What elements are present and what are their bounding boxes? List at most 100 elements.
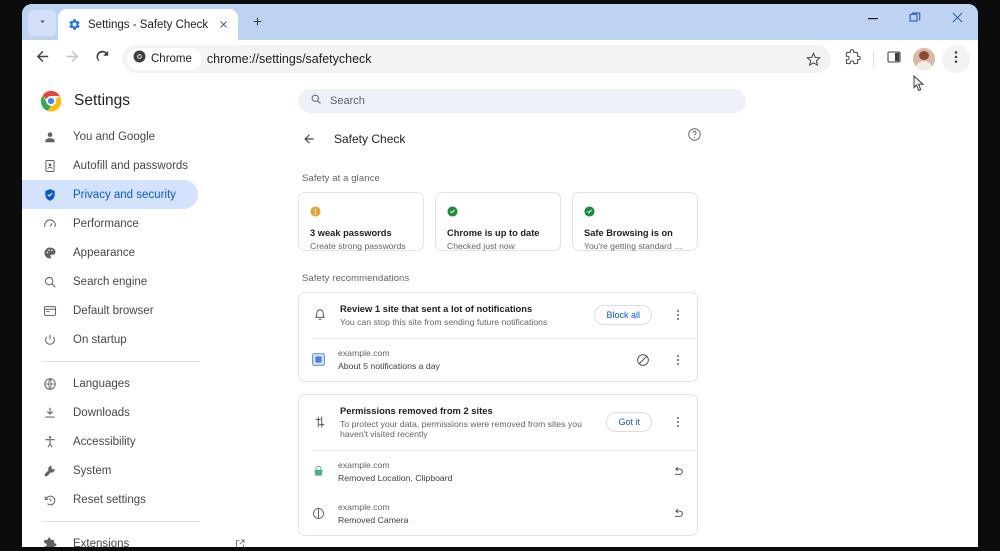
recommendation-title: Review 1 site that sent a lot of notific… (340, 303, 533, 314)
check-circle-icon (584, 204, 595, 217)
recommendation-subtitle: You can stop this site from sending futu… (340, 317, 548, 327)
sidebar-item-reset-settings[interactable]: Reset settings (22, 485, 198, 514)
palette-icon (42, 245, 57, 260)
three-dot-menu-icon[interactable] (669, 306, 687, 324)
safety-check-content: Safety Check Safety at a glance 3 weak p… (278, 113, 718, 536)
settings-search-bar[interactable] (298, 89, 746, 113)
minimize-button[interactable] (852, 4, 894, 36)
site-detail: Removed Location, Clipboard (338, 473, 453, 483)
power-icon (42, 332, 57, 347)
wrench-icon (42, 463, 57, 478)
chevron-down-icon (37, 14, 48, 32)
glance-card-subtitle: Create strong passwords (310, 241, 406, 251)
sidebar-item-label: Languages (73, 377, 130, 390)
history-restore-icon (42, 492, 57, 507)
sidebar-item-you-and-google[interactable]: You and Google (22, 122, 198, 151)
sidebar-item-label: Reset settings (73, 493, 146, 506)
dark-circle-favicon (312, 507, 325, 520)
help-circle-icon[interactable] (685, 125, 703, 143)
profile-button[interactable] (910, 45, 938, 73)
block-all-button[interactable]: Block all (594, 305, 652, 325)
sidebar-item-extensions[interactable]: Extensions (22, 529, 244, 547)
url-text: chrome://settings/safetycheck (206, 52, 372, 66)
shield-icon (42, 187, 57, 202)
glance-card-weak-passwords[interactable]: 3 weak passwords Create strong passwords (298, 192, 424, 251)
glance-card-subtitle: You're getting standard protection (584, 241, 686, 251)
browser-toolbar: Chrome chrome://settings/safetycheck (22, 40, 978, 78)
back-button[interactable] (28, 45, 56, 73)
glance-section-label: Safety at a glance (302, 173, 380, 184)
sidebar-item-performance[interactable]: Performance (22, 209, 198, 238)
sidebar-item-autofill-and-passwords[interactable]: Autofill and passwords (22, 151, 198, 180)
maximize-button[interactable] (894, 4, 936, 36)
sidebar-item-label: Autofill and passwords (73, 159, 189, 172)
extensions-button[interactable] (839, 45, 867, 73)
sidebar-item-appearance[interactable]: Appearance (22, 238, 198, 267)
undo-icon[interactable] (669, 505, 687, 523)
toolbar-divider (873, 51, 874, 67)
green-favicon (312, 465, 325, 478)
close-button[interactable] (936, 4, 978, 36)
browser-window-icon (42, 303, 57, 318)
recommendations-section-label: Safety recommendations (302, 273, 410, 284)
reload-icon (94, 48, 111, 70)
side-panel-icon (886, 49, 902, 70)
settings-sidebar: Settings You and Google Autofill and pas… (22, 78, 278, 547)
site-row: example.com Removed Location, Clipboard (299, 451, 697, 493)
block-icon[interactable] (634, 351, 652, 369)
glance-card-title: 3 weak passwords (310, 228, 392, 238)
plus-icon (251, 15, 264, 33)
sidebar-item-label: Privacy and security (73, 188, 176, 201)
subpage-header: Safety Check (298, 127, 698, 151)
close-icon[interactable] (215, 16, 232, 33)
sidebar-item-search-engine[interactable]: Search engine (22, 267, 198, 296)
settings-brand: Settings (22, 86, 278, 122)
bookmark-star-icon[interactable] (801, 47, 825, 71)
sidebar-item-label: You and Google (73, 130, 156, 143)
got-it-button[interactable]: Got it (606, 412, 652, 432)
tune-sliders-icon (312, 415, 327, 430)
recommendation-card-permissions: Permissions removed from 2 sites To prot… (298, 394, 698, 536)
recommendation-header: Review 1 site that sent a lot of notific… (299, 293, 697, 338)
sidebar-item-system[interactable]: System (22, 456, 198, 485)
sidebar-item-on-startup[interactable]: On startup (22, 325, 198, 354)
sidebar-item-downloads[interactable]: Downloads (22, 398, 198, 427)
forward-button[interactable] (58, 45, 86, 73)
site-name: example.com (338, 460, 390, 470)
bell-icon (312, 308, 327, 323)
tab-search-button[interactable] (28, 10, 56, 36)
glance-card-chrome-updated[interactable]: Chrome is up to date Checked just now (435, 192, 561, 251)
sidebar-item-languages[interactable]: Languages (22, 369, 198, 398)
chrome-menu-button[interactable] (942, 45, 970, 73)
site-name: example.com (338, 502, 390, 512)
blue-square-favicon (312, 353, 325, 366)
new-tab-button[interactable] (244, 11, 270, 37)
sidebar-item-label: Downloads (73, 406, 130, 419)
sidebar-item-accessibility[interactable]: Accessibility (22, 427, 198, 456)
chrome-origin-chip[interactable]: Chrome (127, 48, 201, 70)
sidebar-item-label: Default browser (73, 304, 154, 317)
sidebar-divider (42, 361, 200, 362)
address-bar[interactable]: Chrome chrome://settings/safetycheck (122, 45, 831, 73)
tab-title: Settings - Safety Check (88, 18, 209, 31)
external-link-icon[interactable] (233, 537, 246, 547)
subpage-title: Safety Check (334, 132, 406, 146)
avatar (913, 48, 935, 70)
glance-card-title: Safe Browsing is on (584, 228, 673, 238)
browser-tab[interactable]: Settings - Safety Check (58, 9, 239, 40)
site-detail: About 5 notifications a day (338, 361, 440, 371)
site-name: example.com (338, 348, 390, 358)
three-dot-menu-icon[interactable] (669, 413, 687, 431)
side-panel-button[interactable] (880, 45, 908, 73)
recommendation-text: Review 1 site that sent a lot of notific… (340, 303, 581, 327)
sidebar-item-privacy-and-security[interactable]: Privacy and security (22, 180, 198, 209)
search-input[interactable] (330, 95, 734, 107)
site-text: example.com About 5 notifications a day (338, 348, 621, 371)
glance-card-safe-browsing[interactable]: Safe Browsing is on You're getting stand… (572, 192, 698, 251)
sidebar-item-default-browser[interactable]: Default browser (22, 296, 198, 325)
three-dot-menu-icon[interactable] (669, 351, 687, 369)
reload-button[interactable] (88, 45, 116, 73)
search-icon (42, 274, 57, 289)
back-arrow-icon[interactable] (301, 132, 316, 147)
undo-icon[interactable] (669, 463, 687, 481)
